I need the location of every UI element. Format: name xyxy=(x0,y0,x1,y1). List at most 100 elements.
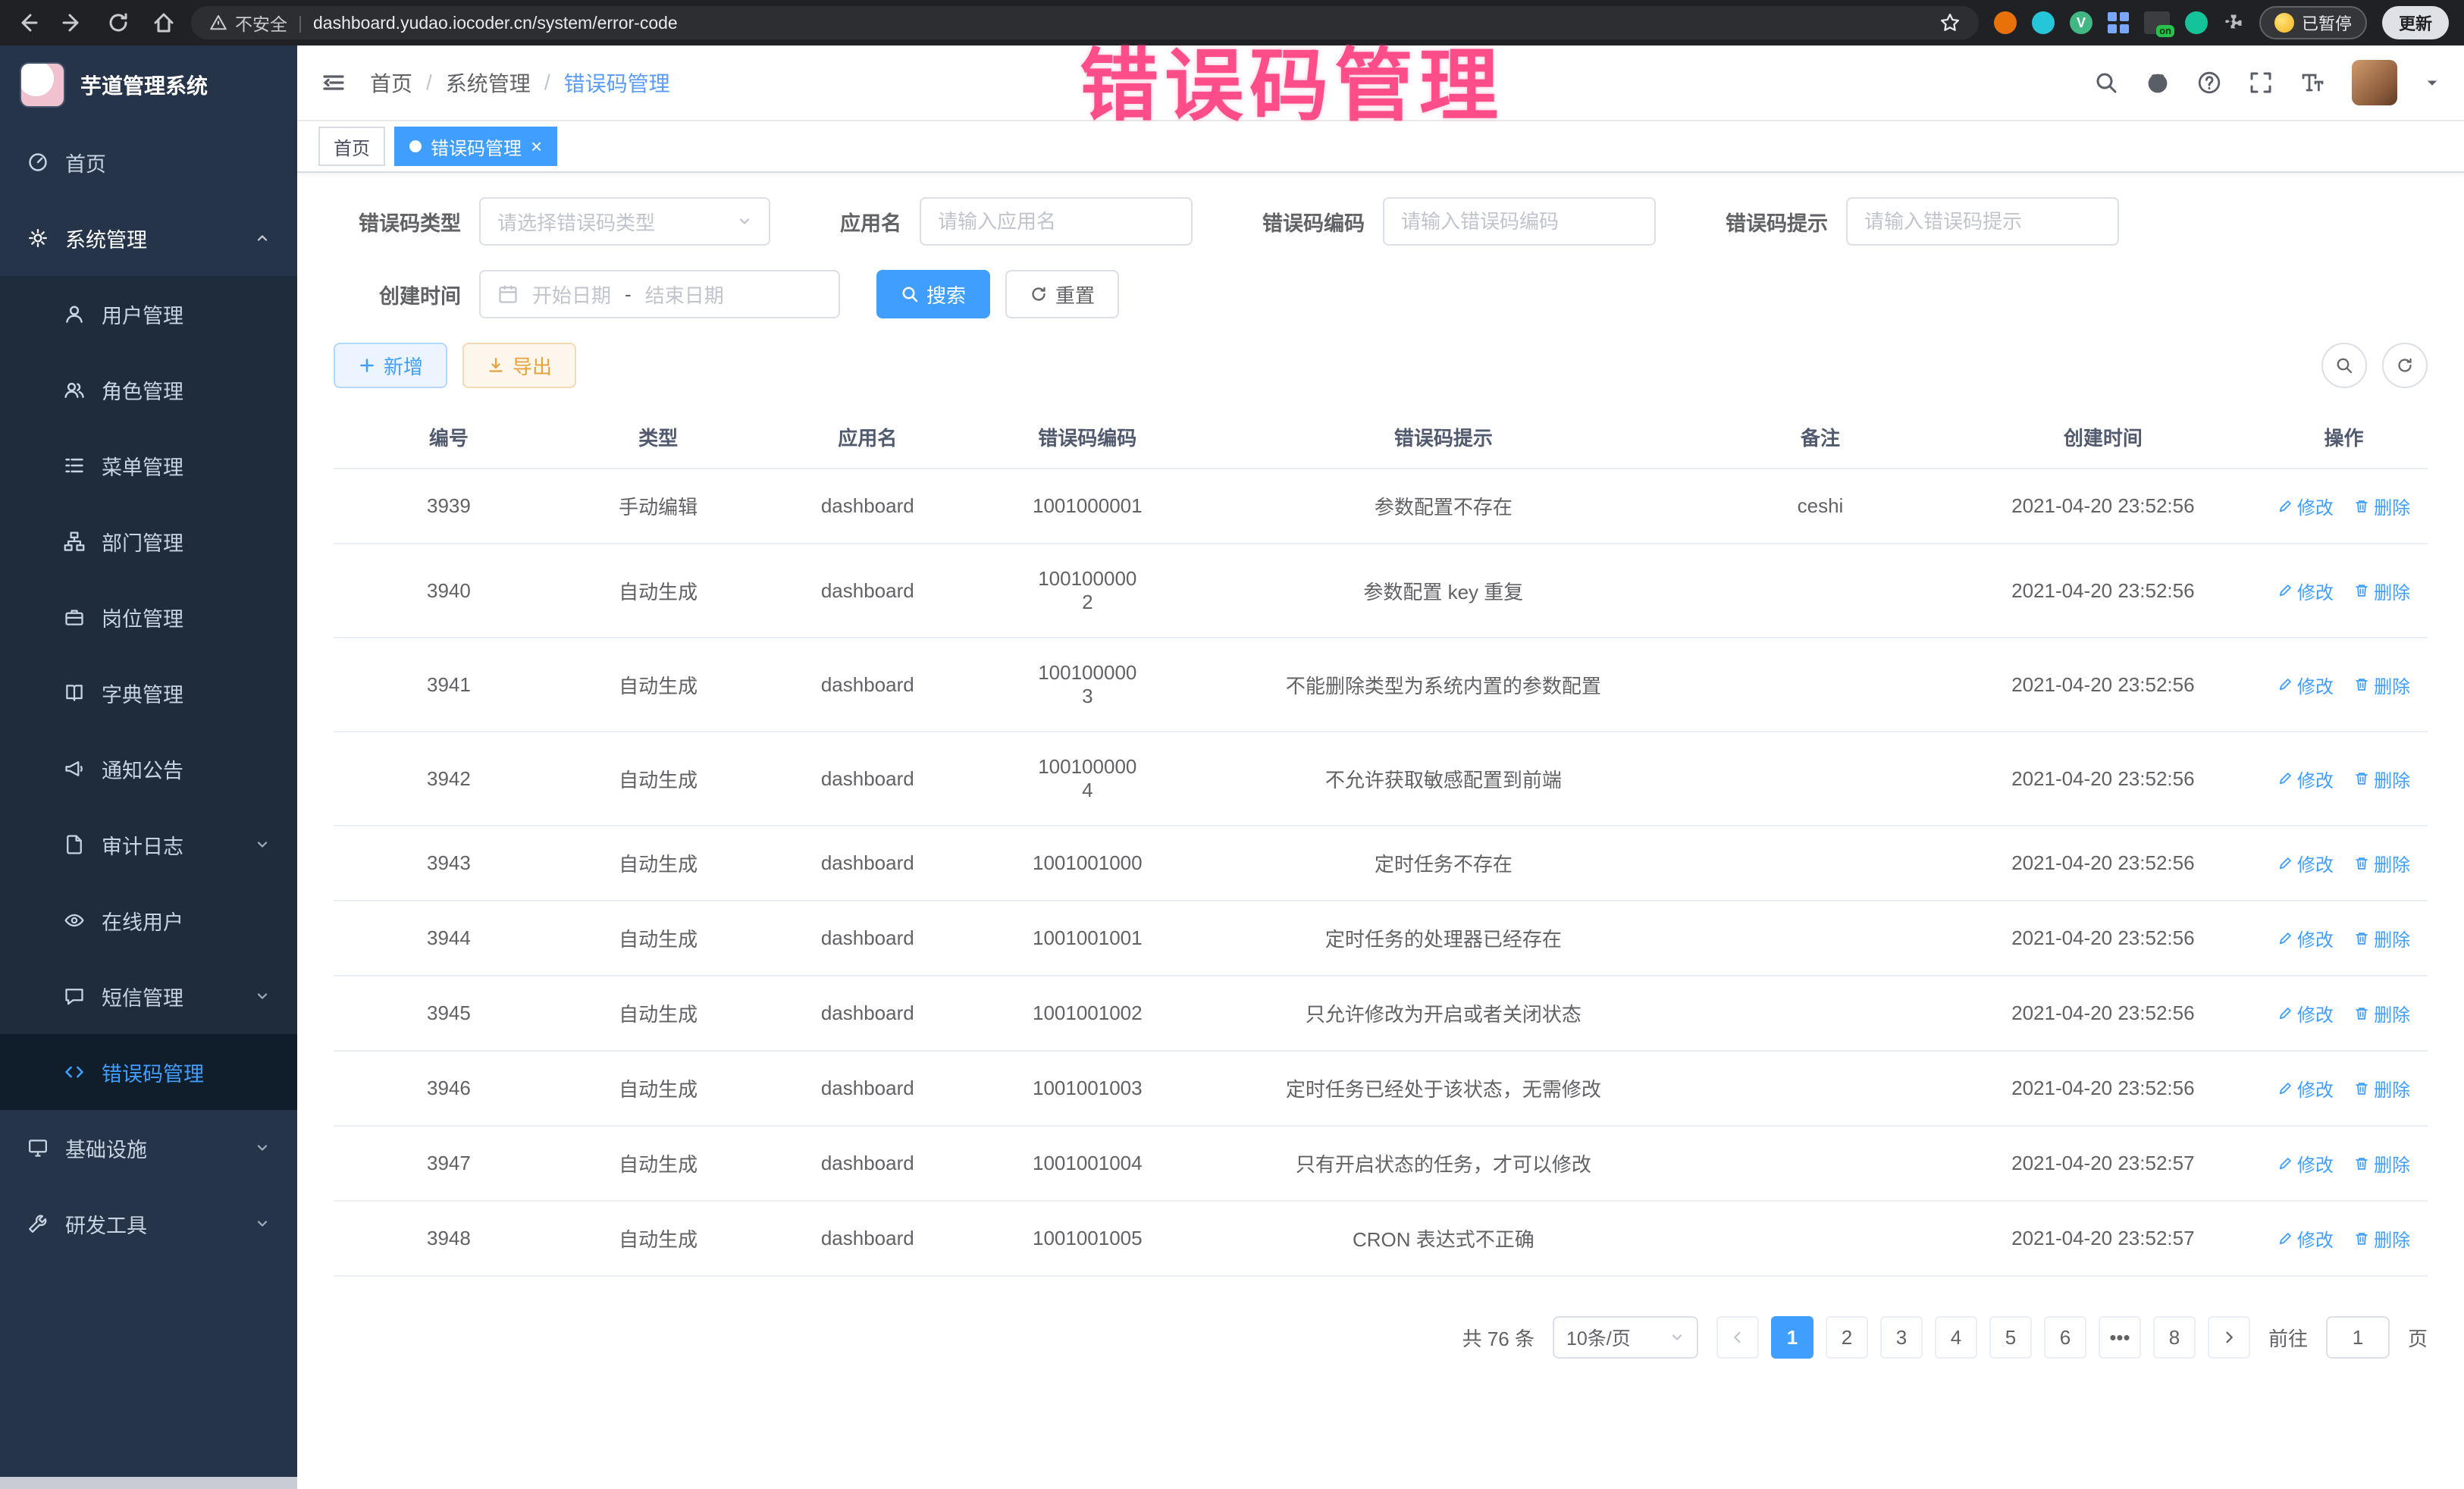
fullscreen-icon[interactable] xyxy=(2249,71,2273,95)
url-text[interactable]: dashboard.yudao.iocoder.cn/system/error-… xyxy=(313,13,678,33)
page-button-1[interactable]: 1 xyxy=(1771,1316,1814,1359)
home-icon[interactable] xyxy=(152,11,176,35)
edit-link[interactable]: 修改 xyxy=(2277,493,2334,519)
vue-devtools-icon[interactable]: V xyxy=(2070,11,2093,34)
edit-link[interactable]: 修改 xyxy=(2277,925,2334,951)
delete-link[interactable]: 删除 xyxy=(2354,1150,2410,1177)
delete-link[interactable]: 删除 xyxy=(2354,925,2410,951)
search-icon[interactable] xyxy=(2094,71,2118,95)
error-code-input[interactable] xyxy=(1401,210,1638,234)
sidebar-item-positions[interactable]: 岗位管理 xyxy=(0,579,297,655)
table-row[interactable]: 3947 自动生成 dashboard 1001001004 只有开启状态的任务… xyxy=(334,1126,2428,1201)
profile-paused-pill[interactable]: 已暂停 xyxy=(2259,6,2367,39)
column-header[interactable]: 编号 xyxy=(334,406,564,469)
page-button-6[interactable]: 6 xyxy=(2044,1316,2086,1359)
edit-link[interactable]: 修改 xyxy=(2277,1150,2334,1177)
delete-link[interactable]: 删除 xyxy=(2354,1225,2410,1252)
sidebar-item-dev-tools[interactable]: 研发工具 xyxy=(0,1186,297,1262)
delete-link[interactable]: 删除 xyxy=(2354,493,2410,519)
user-avatar[interactable] xyxy=(2352,60,2397,105)
grammar-extension-icon[interactable] xyxy=(2185,11,2208,34)
sidebar-toggle-button[interactable] xyxy=(321,71,346,95)
edit-link[interactable]: 修改 xyxy=(2277,1075,2334,1102)
sidebar-item-infrastructure[interactable]: 基础设施 xyxy=(0,1110,297,1186)
table-row[interactable]: 3939 手动编辑 dashboard 1001000001 参数配置不存在 c… xyxy=(334,469,2428,544)
delete-link[interactable]: 删除 xyxy=(2354,766,2410,792)
table-row[interactable]: 3943 自动生成 dashboard 1001001000 定时任务不存在 2… xyxy=(334,826,2428,901)
forward-icon[interactable] xyxy=(61,11,85,35)
sidebar-item-departments[interactable]: 部门管理 xyxy=(0,503,297,579)
table-row[interactable]: 3946 自动生成 dashboard 1001001003 定时任务已经处于该… xyxy=(334,1051,2428,1126)
record-extension-icon[interactable] xyxy=(1994,11,2017,34)
sidebar-item-home[interactable]: 首页 xyxy=(0,124,297,200)
edit-link[interactable]: 修改 xyxy=(2277,578,2334,604)
table-row[interactable]: 3941 自动生成 dashboard 100100000 3 不能删除类型为系… xyxy=(334,638,2428,732)
app-name-input[interactable] xyxy=(938,210,1174,234)
tab-home[interactable]: 首页 xyxy=(318,127,385,166)
edit-link[interactable]: 修改 xyxy=(2277,1000,2334,1027)
column-header[interactable]: 操作 xyxy=(2260,406,2428,469)
sidebar-item-online-users[interactable]: 在线用户 xyxy=(0,882,297,958)
edit-link[interactable]: 修改 xyxy=(2277,1225,2334,1252)
proxy-extension-icon[interactable]: on xyxy=(2144,11,2170,34)
close-tab-icon[interactable]: × xyxy=(531,136,542,156)
delete-link[interactable]: 删除 xyxy=(2354,1075,2410,1102)
delete-link[interactable]: 删除 xyxy=(2354,850,2410,876)
app-logo[interactable]: 芋道管理系统 xyxy=(0,45,297,124)
column-header[interactable]: 应用名 xyxy=(752,406,983,469)
column-header[interactable]: 备注 xyxy=(1694,406,1945,469)
sidebar-item-system[interactable]: 系统管理 xyxy=(0,200,297,276)
add-button[interactable]: 新增 xyxy=(334,343,447,388)
reload-icon[interactable] xyxy=(106,11,130,35)
sidebar-item-notices[interactable]: 通知公告 xyxy=(0,731,297,807)
export-button[interactable]: 导出 xyxy=(462,343,576,388)
sidebar-item-sms[interactable]: 短信管理 xyxy=(0,958,297,1034)
page-button-3[interactable]: 3 xyxy=(1880,1316,1923,1359)
search-button[interactable]: 搜索 xyxy=(876,270,990,318)
edit-link[interactable]: 修改 xyxy=(2277,850,2334,876)
breadcrumb-home[interactable]: 首页 xyxy=(370,67,412,98)
breadcrumb-system[interactable]: 系统管理 xyxy=(446,67,531,98)
error-type-select[interactable]: 请选择错误码类型 xyxy=(479,197,770,246)
lighthouse-extension-icon[interactable] xyxy=(2032,11,2055,34)
page-button-2[interactable]: 2 xyxy=(1826,1316,1868,1359)
delete-link[interactable]: 删除 xyxy=(2354,1000,2410,1027)
column-header[interactable]: 创建时间 xyxy=(1946,406,2260,469)
github-icon[interactable] xyxy=(2146,71,2170,95)
sidebar-item-menus[interactable]: 菜单管理 xyxy=(0,428,297,503)
table-row[interactable]: 3945 自动生成 dashboard 1001001002 只允许修改为开启或… xyxy=(334,976,2428,1051)
address-bar[interactable]: 不安全 | dashboard.yudao.iocoder.cn/system/… xyxy=(191,6,1979,39)
table-row[interactable]: 3944 自动生成 dashboard 1001001001 定时任务的处理器已… xyxy=(334,901,2428,976)
bookmark-star-icon[interactable] xyxy=(1939,12,1961,33)
edit-link[interactable]: 修改 xyxy=(2277,766,2334,792)
table-row[interactable]: 3942 自动生成 dashboard 100100000 4 不允许获取敏感配… xyxy=(334,732,2428,826)
sidebar-item-audit-log[interactable]: 审计日志 xyxy=(0,807,297,882)
search-toggle-button[interactable] xyxy=(2321,343,2367,388)
apps-grid-icon[interactable] xyxy=(2108,12,2129,33)
column-header[interactable]: 类型 xyxy=(564,406,753,469)
page-button-5[interactable]: 5 xyxy=(1989,1316,2032,1359)
prev-page-button[interactable] xyxy=(1716,1316,1759,1359)
sidebar-item-dictionary[interactable]: 字典管理 xyxy=(0,655,297,731)
column-header[interactable]: 错误码编码 xyxy=(983,406,1192,469)
extensions-puzzle-icon[interactable] xyxy=(2223,12,2244,33)
error-message-input[interactable] xyxy=(1864,210,2101,234)
sidebar-scrollbar[interactable] xyxy=(0,1477,297,1489)
help-icon[interactable] xyxy=(2197,71,2221,95)
security-warning[interactable]: 不安全 xyxy=(209,10,287,36)
sidebar-item-roles[interactable]: 角色管理 xyxy=(0,352,297,428)
page-button-4[interactable]: 4 xyxy=(1935,1316,1977,1359)
sidebar-item-error-code[interactable]: 错误码管理 xyxy=(0,1034,297,1110)
refresh-table-button[interactable] xyxy=(2382,343,2428,388)
tab-error-code[interactable]: 错误码管理 × xyxy=(394,127,557,166)
table-row[interactable]: 3948 自动生成 dashboard 1001001005 CRON 表达式不… xyxy=(334,1201,2428,1276)
column-header[interactable]: 错误码提示 xyxy=(1192,406,1694,469)
next-page-button[interactable] xyxy=(2208,1316,2250,1359)
caret-down-icon[interactable] xyxy=(2425,75,2440,90)
sidebar-item-users[interactable]: 用户管理 xyxy=(0,276,297,352)
delete-link[interactable]: 删除 xyxy=(2354,672,2410,698)
more-pages-button[interactable]: ••• xyxy=(2099,1316,2141,1359)
delete-link[interactable]: 删除 xyxy=(2354,578,2410,604)
goto-page-input[interactable] xyxy=(2326,1316,2390,1359)
date-range-picker[interactable]: 开始日期 - 结束日期 xyxy=(479,270,840,318)
